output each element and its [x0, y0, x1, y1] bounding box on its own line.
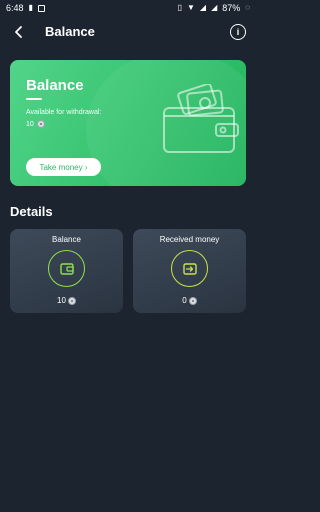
take-money-button[interactable]: Take money › — [26, 158, 101, 176]
sync-icon: ◌ — [245, 3, 250, 12]
stat-label: Balance — [52, 235, 81, 244]
status-right: ▯ ▼ ◢ ◢ 87% ◌ — [178, 3, 250, 13]
coin-icon — [36, 120, 45, 128]
withdraw-label: Available for withdrawal: — [26, 109, 102, 116]
app-bar: Balance i — [0, 18, 256, 46]
withdraw-value: 10 — [26, 120, 34, 128]
info-icon[interactable]: i — [230, 24, 246, 40]
page-title: Balance — [45, 24, 95, 39]
wallet-icon — [48, 250, 85, 287]
wifi-icon: ▼ — [186, 3, 195, 12]
coin-icon — [188, 296, 197, 305]
image-notification-icon — [37, 4, 45, 12]
stat-value: 10 — [57, 296, 66, 305]
wallet-illustration-icon — [163, 84, 239, 153]
status-left: 6:48 ▮ — [6, 3, 45, 13]
coin-icon — [67, 296, 76, 305]
withdraw-amount: 10 — [26, 120, 45, 128]
signal-icon: ◢ — [199, 3, 207, 12]
vibrate-icon: ▯ — [177, 3, 182, 12]
back-arrow-icon[interactable] — [10, 23, 28, 41]
sim-icon: ▮ — [28, 3, 33, 12]
balance-card-title: Balance — [26, 77, 84, 94]
status-time: 6:48 — [6, 3, 24, 13]
stat-value: 0 — [182, 296, 187, 305]
balance-stat-card[interactable]: Balance 10 — [10, 229, 123, 313]
signal-2-icon: ◢ — [211, 3, 218, 12]
received-money-stat-card[interactable]: Received money 0 — [133, 229, 246, 313]
title-underline — [26, 98, 42, 100]
stat-value-row: 0 — [133, 296, 246, 305]
stat-label: Received money — [159, 235, 220, 244]
status-bar: 6:48 ▮ ▯ ▼ ◢ ◢ 87% ◌ — [0, 0, 256, 16]
details-title: Details — [10, 204, 53, 219]
deposit-icon — [171, 250, 208, 287]
battery-percent: 87% — [222, 3, 241, 13]
stat-value-row: 10 — [10, 296, 123, 305]
balance-card: Balance Available for withdrawal: 10 Tak… — [10, 60, 246, 186]
